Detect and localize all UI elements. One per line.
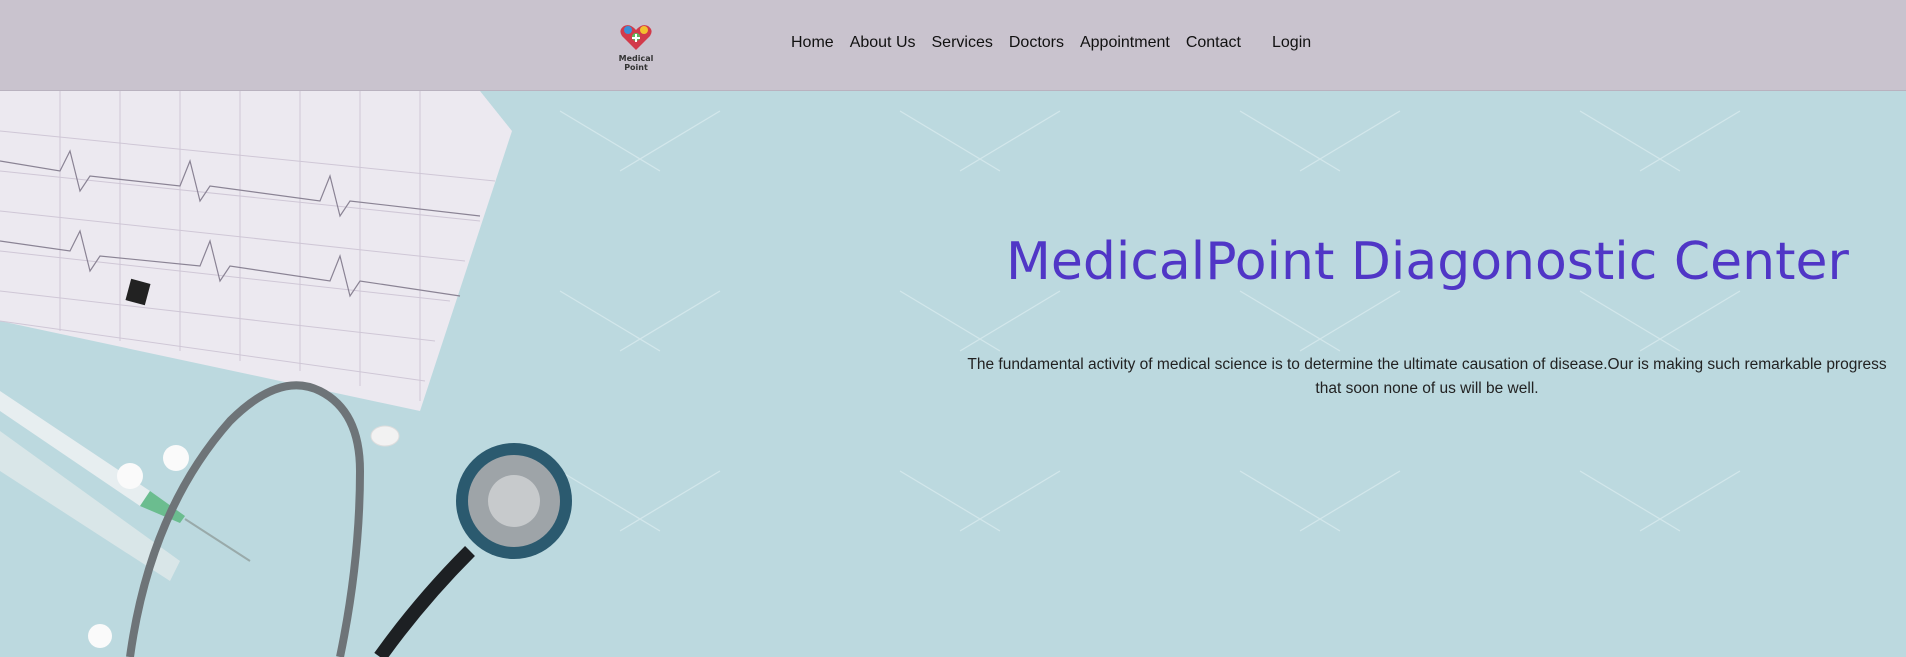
- nav-home[interactable]: Home: [791, 34, 834, 52]
- hero-description: The fundamental activity of medical scie…: [967, 356, 1887, 397]
- nav-contact[interactable]: Contact: [1186, 34, 1241, 52]
- nav-services[interactable]: Services: [932, 34, 993, 52]
- hero-section: MedicalPoint Diagonostic Center The fund…: [0, 91, 1906, 657]
- nav-doctors[interactable]: Doctors: [1009, 34, 1064, 52]
- medical-point-logo[interactable]: Medical Point: [606, 20, 666, 72]
- nav-about-us[interactable]: About Us: [850, 34, 916, 52]
- hero-title: MedicalPoint Diagonostic Center: [1006, 232, 1849, 292]
- main-nav: Home About Us Services Doctors Appointme…: [791, 34, 1257, 52]
- navbar: Medical Point Home About Us Services Doc…: [0, 0, 1906, 91]
- nav-login[interactable]: Login: [1272, 34, 1311, 52]
- logo-text: Medical Point: [618, 54, 654, 72]
- nav-appointment[interactable]: Appointment: [1080, 34, 1170, 52]
- logo-heart-icon: [620, 25, 652, 50]
